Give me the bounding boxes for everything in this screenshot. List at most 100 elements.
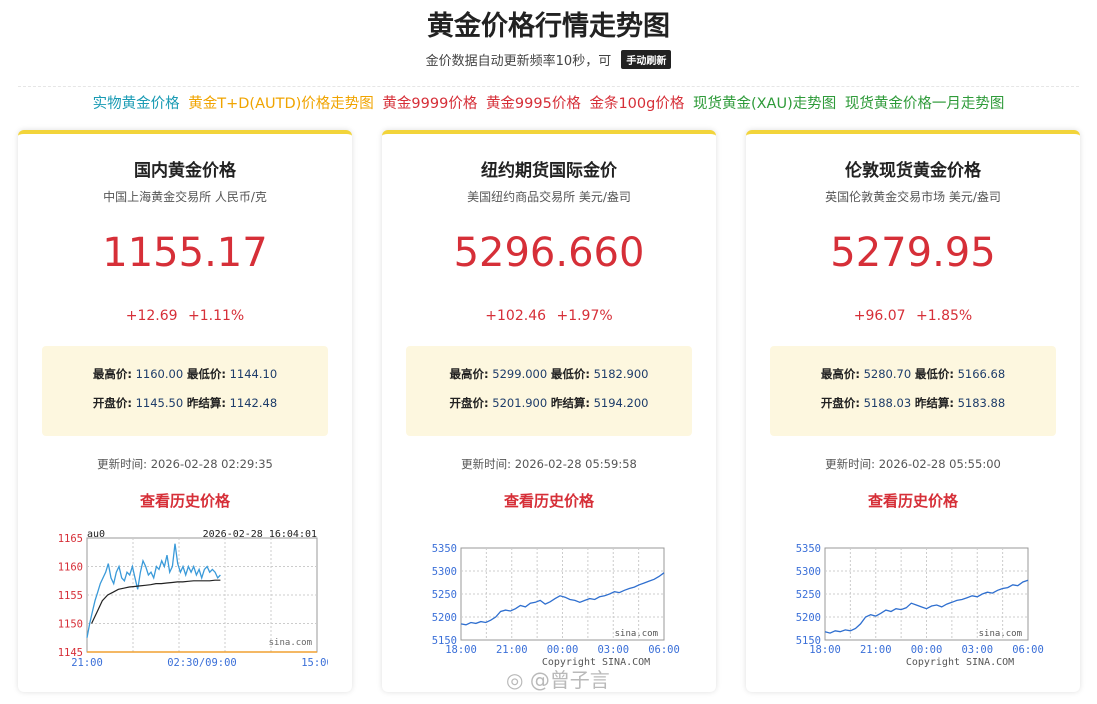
update-time: 更新时间: 2026-02-28 05:55:00 xyxy=(746,456,1080,472)
view-history-link[interactable]: 查看历史价格 xyxy=(746,490,1080,511)
stats-box: 最高价: 5299.000 最低价: 5182.900 开盘价: 5201.90… xyxy=(406,346,692,436)
chart-symbol: au0 xyxy=(87,529,105,540)
card-title: 纽约期货国际金价 xyxy=(481,161,617,181)
x-tick-label: 21:00 xyxy=(860,644,892,656)
chart-credit: sina.com xyxy=(269,638,312,648)
high-value: 5299.000 xyxy=(492,367,548,381)
y-tick-label: 5250 xyxy=(432,589,457,601)
high-label: 最高价: xyxy=(92,367,132,381)
x-tick-label: 06:00 xyxy=(1012,644,1044,656)
card-subtitle: 美国纽约商品交易所 美元/盎司 xyxy=(467,190,631,204)
x-tick-label: 18:00 xyxy=(445,644,477,656)
change-percent: +1.85% xyxy=(916,308,973,324)
current-price: 5296.660 xyxy=(453,230,645,276)
chart-svg-1: sina.com Copyright SINA.COM 535053005250… xyxy=(432,543,680,668)
chart-credit: sina.com xyxy=(979,629,1022,639)
low-value: 1144.10 xyxy=(229,367,278,381)
update-label: 更新时间: xyxy=(97,457,148,471)
page-title: 黄金价格行情走势图 xyxy=(427,11,670,42)
x-tick-label: 21:00 xyxy=(496,644,528,656)
x-tick-label: 03:00 xyxy=(961,644,993,656)
x-tick-label: 15:00 xyxy=(301,657,328,669)
change-amount: +102.46 xyxy=(485,308,547,324)
open-value: 5201.900 xyxy=(492,396,548,410)
chart-timestamp: 2026-02-28 16:04:01 xyxy=(203,529,317,540)
current-price: 5279.95 xyxy=(830,230,996,276)
y-tick-label: 5300 xyxy=(432,566,457,578)
view-history-link[interactable]: 查看历史价格 xyxy=(18,490,352,511)
y-tick-label: 5350 xyxy=(796,543,821,555)
x-tick-label: 21:00 xyxy=(71,657,103,669)
update-time: 更新时间: 2026-02-28 02:29:35 xyxy=(18,456,352,472)
x-tick-label: 03:00 xyxy=(597,644,629,656)
weibo-watermark: ◎ @曾子言 xyxy=(506,664,610,693)
stats-box: 最高价: 1160.00 最低价: 1144.10 开盘价: 1145.50 昨… xyxy=(42,346,328,436)
stats-row-high-low: 最高价: 5280.70 最低价: 5166.68 xyxy=(770,366,1056,382)
link-autd-chart[interactable]: 黄金T+D(AUTD)价格走势图 xyxy=(188,96,374,112)
prev-settle-label: 昨结算: xyxy=(914,396,954,410)
prev-settle-value: 5183.88 xyxy=(957,396,1006,410)
high-label: 最高价: xyxy=(449,367,489,381)
low-label: 最低价: xyxy=(186,367,226,381)
card-title: 伦敦现货黄金价格 xyxy=(845,161,981,181)
high-label: 最高价: xyxy=(820,367,860,381)
card-subtitle: 中国上海黄金交易所 人民币/克 xyxy=(103,190,267,204)
chart-svg-2: sina.com Copyright SINA.COM 5350 5300 5250… xyxy=(796,543,1044,668)
open-value: 1145.50 xyxy=(135,396,184,410)
update-label: 更新时间: xyxy=(461,457,512,471)
update-time: 更新时间: 2026-02-28 05:59:58 xyxy=(382,456,716,472)
y-tick-label: 5200 xyxy=(432,612,457,624)
update-value: 2026-02-28 02:29:35 xyxy=(150,457,273,471)
prev-settle-label: 昨结算: xyxy=(186,396,226,410)
price-change: +102.46 +1.97% xyxy=(382,308,716,324)
manual-refresh-button[interactable]: 手动刷新 xyxy=(621,50,672,69)
chart-london-spot[interactable]: sina.com Copyright SINA.COM 5350 5300 5250… xyxy=(770,528,1056,674)
update-value: 2026-02-28 05:55:00 xyxy=(878,457,1001,471)
chart-copyright: Copyright SINA.COM xyxy=(906,657,1014,668)
high-value: 1160.00 xyxy=(135,367,184,381)
change-percent: +1.11% xyxy=(188,308,245,324)
stats-row-open-prev: 开盘价: 1145.50 昨结算: 1142.48 xyxy=(42,395,328,411)
price-change: +12.69 +1.11% xyxy=(18,308,352,324)
link-gold-9995[interactable]: 黄金9995价格 xyxy=(486,96,581,112)
weibo-icon: ◎ xyxy=(506,668,524,692)
prev-settle-value: 5194.200 xyxy=(593,396,649,410)
stats-row-high-low: 最高价: 1160.00 最低价: 1144.10 xyxy=(42,366,328,382)
chart-svg-0: au0 2026-02-28 16:04:01 sina.com 1165 116… xyxy=(58,529,333,669)
price-change: +96.07 +1.85% xyxy=(746,308,1080,324)
link-gold-9999[interactable]: 黄金9999价格 xyxy=(382,96,477,112)
stats-row-open-prev: 开盘价: 5201.900 昨结算: 5194.200 xyxy=(406,395,692,411)
chart-ny-futures[interactable]: sina.com Copyright SINA.COM 5350 5300 5250… xyxy=(406,528,692,674)
card-ny-futures: 纽约期货国际金价 美国纽约商品交易所 美元/盎司 5296.660 +102.4… xyxy=(382,130,716,692)
view-history-link[interactable]: 查看历史价格 xyxy=(382,490,716,511)
chart-credit: sina.com xyxy=(615,629,658,639)
stats-box: 最高价: 5280.70 最低价: 5166.68 开盘价: 5188.03 昨… xyxy=(770,346,1056,436)
chart-domestic[interactable]: au0 2026-02-28 16:04:01 sina.com 1165 116… xyxy=(42,528,333,674)
low-value: 5182.900 xyxy=(593,367,649,381)
auto-update-note: 金价数据自动更新频率10秒，可 xyxy=(425,54,612,69)
y-tick-label: 5250 xyxy=(796,589,821,601)
y-tick-label: 1165 xyxy=(58,533,83,545)
card-title: 国内黄金价格 xyxy=(134,161,236,181)
x-tick-label: 06:00 xyxy=(648,644,680,656)
watermark-text: @曾子言 xyxy=(529,668,610,692)
y-tick-label: 1155 xyxy=(58,590,83,602)
link-gold-bar-100g[interactable]: 金条100g价格 xyxy=(589,96,684,112)
y-tick-label: 5200 xyxy=(796,612,821,624)
y-tick-label: 1150 xyxy=(58,619,83,631)
quick-links: 实物黄金价格 黄金T+D(AUTD)价格走势图 黄金9999价格 黄金9995价… xyxy=(0,92,1097,113)
prev-settle-value: 1142.48 xyxy=(229,396,278,410)
stats-row-high-low: 最高价: 5299.000 最低价: 5182.900 xyxy=(406,366,692,382)
x-tick-label: 02:30/09:00 xyxy=(167,657,237,669)
link-spot-xau-chart[interactable]: 现货黄金(XAU)走势图 xyxy=(693,96,836,112)
y-tick-label: 5300 xyxy=(796,566,821,578)
update-value: 2026-02-28 05:59:58 xyxy=(514,457,637,471)
link-physical-gold[interactable]: 实物黄金价格 xyxy=(93,96,180,112)
open-value: 5188.03 xyxy=(863,396,912,410)
link-spot-gold-month[interactable]: 现货黄金价格一月走势图 xyxy=(845,96,1005,112)
change-amount: +12.69 xyxy=(125,308,178,324)
low-label: 最低价: xyxy=(550,367,590,381)
prev-settle-label: 昨结算: xyxy=(550,396,590,410)
open-label: 开盘价: xyxy=(92,396,132,410)
y-tick-label: 5350 xyxy=(432,543,457,555)
